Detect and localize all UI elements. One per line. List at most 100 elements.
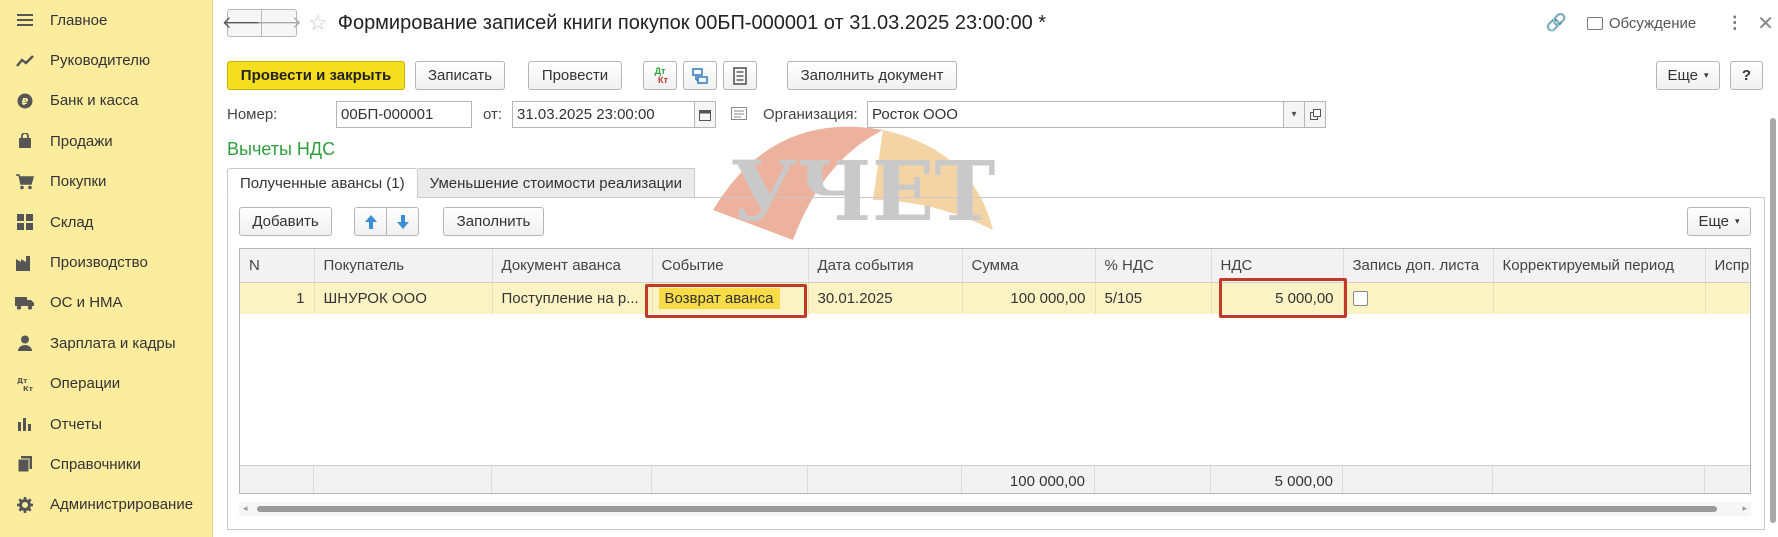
more-menu-icon[interactable]: ⋮ bbox=[1726, 13, 1743, 33]
sidebar-item-warehouse[interactable]: Склад bbox=[0, 202, 212, 242]
column-header[interactable]: % НДС bbox=[1095, 249, 1212, 283]
more-button[interactable]: Еще ▾ bbox=[1656, 61, 1720, 90]
structure-button[interactable] bbox=[683, 61, 717, 90]
highlight-vat bbox=[1219, 278, 1347, 318]
number-input[interactable]: 00БП-000001 bbox=[336, 101, 472, 128]
highlight-event bbox=[645, 284, 807, 318]
vertical-scrollbar[interactable] bbox=[1770, 118, 1776, 523]
date-input[interactable]: 31.03.2025 23:00:00 bbox=[512, 101, 695, 128]
page-title: Формирование записей книги покупок 00БП-… bbox=[337, 11, 1047, 34]
column-header[interactable]: N bbox=[240, 249, 315, 283]
column-header[interactable]: Документ аванса bbox=[492, 249, 653, 283]
sidebar-item-label: Отчеты bbox=[50, 415, 102, 433]
column-header[interactable]: Событие bbox=[652, 249, 809, 283]
cell-corrected-period[interactable] bbox=[1493, 282, 1706, 314]
sidebar-item-bank[interactable]: ₽ Банк и касса bbox=[0, 81, 212, 121]
advances-table: N Покупатель Документ аванса Событие Дат… bbox=[239, 248, 1751, 494]
sidebar-item-salary[interactable]: Зарплата и кадры bbox=[0, 323, 212, 363]
date-label: от: bbox=[483, 106, 503, 123]
cell-vat-rate[interactable]: 5/105 bbox=[1095, 282, 1212, 314]
cell-event-date[interactable]: 30.01.2025 bbox=[808, 282, 963, 314]
print-button[interactable] bbox=[723, 61, 757, 90]
organization-dropdown-button[interactable]: ▾ bbox=[1283, 101, 1305, 128]
warehouse-grid-icon bbox=[14, 213, 36, 231]
sidebar-item-sales[interactable]: Продажи bbox=[0, 121, 212, 161]
sidebar-item-label: Продажи bbox=[50, 132, 113, 150]
scroll-right-icon[interactable]: ▸ bbox=[1742, 503, 1747, 514]
title-bar: 🡐 🡒 ☆ Формирование записей книги покупок… bbox=[222, 8, 1778, 38]
svg-text:Дт: Дт bbox=[17, 377, 28, 385]
calendar-button[interactable] bbox=[694, 101, 716, 128]
title-actions: 🔗 Обсуждение ⋮ ✕ bbox=[1546, 8, 1778, 38]
truck-icon bbox=[14, 294, 36, 312]
sidebar-item-purchases[interactable]: Покупки bbox=[0, 162, 212, 202]
sidebar-item-label: Главное bbox=[50, 11, 108, 29]
sidebar-item-assets[interactable]: ОС и НМА bbox=[0, 283, 212, 323]
sidebar-item-operations[interactable]: Дт Кт Операции bbox=[0, 364, 212, 404]
sidebar-item-label: Руководителю bbox=[50, 52, 151, 70]
forward-button[interactable]: 🡒 bbox=[256, 9, 302, 37]
open-window-icon bbox=[1309, 109, 1321, 120]
link-icon[interactable]: 🔗 bbox=[1546, 13, 1567, 33]
svg-text:₽: ₽ bbox=[22, 97, 29, 108]
tab-received-advances[interactable]: Полученные авансы (1) bbox=[227, 168, 418, 198]
tab-sales-cost-reduction[interactable]: Уменьшение стоимости реализации bbox=[417, 168, 696, 198]
sidebar-item-admin[interactable]: Администрирование bbox=[0, 485, 212, 525]
cell-n[interactable]: 1 bbox=[240, 282, 315, 314]
post-and-close-button[interactable]: Провести и закрыть bbox=[227, 61, 405, 90]
move-up-button[interactable] bbox=[354, 207, 387, 236]
organization-open-button[interactable] bbox=[1304, 101, 1326, 128]
cell-sum[interactable]: 100 000,00 bbox=[962, 282, 1096, 314]
column-header[interactable]: Дата события bbox=[808, 249, 963, 283]
extra-sheet-checkbox[interactable] bbox=[1352, 291, 1368, 307]
help-button[interactable]: ? bbox=[1730, 61, 1763, 90]
calendar-icon bbox=[699, 109, 711, 121]
scrollbar-thumb[interactable] bbox=[257, 506, 1717, 512]
column-header[interactable]: Покупатель bbox=[314, 249, 493, 283]
cell-buyer[interactable]: ШНУРОК ООО bbox=[314, 282, 493, 314]
sidebar-item-label: Администрирование bbox=[50, 496, 194, 514]
cell-fix[interactable] bbox=[1705, 282, 1750, 314]
hierarchy-icon bbox=[692, 67, 708, 84]
column-header[interactable]: Корректируемый период bbox=[1493, 249, 1706, 283]
discussion-button[interactable]: Обсуждение bbox=[1586, 14, 1697, 32]
post-button[interactable]: Провести bbox=[528, 61, 622, 90]
cell-extra-sheet[interactable] bbox=[1343, 282, 1494, 314]
organization-input[interactable]: Росток ООО bbox=[867, 101, 1284, 128]
column-header[interactable]: Сумма bbox=[962, 249, 1096, 283]
arrow-down-icon bbox=[396, 214, 409, 229]
table-row[interactable]: 1 ШНУРОК ООО Поступление на р... Возврат… bbox=[240, 282, 1750, 314]
ruble-coin-icon: ₽ bbox=[14, 92, 36, 110]
fill-table-button[interactable]: Заполнить bbox=[443, 207, 544, 236]
number-label: Номер: bbox=[227, 106, 278, 123]
trend-icon bbox=[14, 52, 36, 70]
table-more-button[interactable]: Еще ▾ bbox=[1687, 207, 1751, 236]
section-title: Вычеты НДС bbox=[227, 139, 336, 159]
sidebar-item-reports[interactable]: Отчеты bbox=[0, 404, 212, 444]
sidebar-item-references[interactable]: Справочники bbox=[0, 444, 212, 484]
move-down-button[interactable] bbox=[386, 207, 419, 236]
svg-text:Кт: Кт bbox=[23, 385, 34, 393]
sidebar-item-production[interactable]: Производство bbox=[0, 242, 212, 282]
debit-credit-button[interactable]: Дт Кт bbox=[643, 61, 677, 90]
add-row-button[interactable]: Добавить bbox=[239, 207, 332, 236]
close-icon[interactable]: ✕ bbox=[1757, 11, 1774, 36]
caret-down-icon: ▾ bbox=[1735, 216, 1740, 226]
sidebar-item-label: Справочники bbox=[50, 455, 141, 473]
chat-bubble-icon bbox=[1586, 16, 1603, 30]
column-header[interactable]: Испра bbox=[1705, 249, 1750, 283]
favorite-star-icon[interactable]: ☆ bbox=[308, 12, 328, 34]
sidebar-item-manager[interactable]: Руководителю bbox=[0, 40, 212, 80]
document-icon bbox=[731, 107, 747, 124]
horizontal-scrollbar[interactable]: ◂ ▸ bbox=[239, 502, 1751, 516]
discussion-label: Обсуждение bbox=[1608, 14, 1697, 32]
scroll-left-icon[interactable]: ◂ bbox=[243, 503, 248, 514]
column-header[interactable]: Запись доп. листа bbox=[1343, 249, 1494, 283]
fill-document-button[interactable]: Заполнить документ bbox=[787, 61, 957, 90]
arrow-up-icon bbox=[364, 214, 377, 229]
caret-down-icon: ▾ bbox=[1704, 70, 1709, 80]
factory-icon bbox=[14, 254, 36, 272]
save-button[interactable]: Записать bbox=[415, 61, 505, 90]
sidebar-item-main[interactable]: Главное bbox=[0, 0, 212, 40]
cell-advance-document[interactable]: Поступление на р... bbox=[492, 282, 653, 314]
